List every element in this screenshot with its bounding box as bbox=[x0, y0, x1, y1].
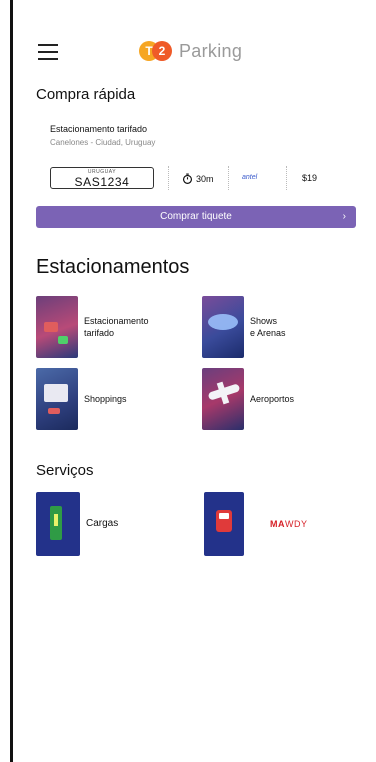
category-label: Aeroportos bbox=[250, 394, 295, 404]
divider bbox=[228, 166, 229, 190]
mawdy-logo: MAWDY bbox=[270, 519, 308, 529]
airport-icon bbox=[202, 368, 244, 430]
buy-ticket-button[interactable]: Comprar tiquete › bbox=[36, 206, 356, 228]
stopwatch-icon bbox=[182, 173, 193, 184]
buy-ticket-label: Comprar tiquete bbox=[160, 211, 232, 222]
brand-name: Parking bbox=[179, 40, 243, 61]
divider bbox=[168, 166, 169, 190]
app-header: T 2 Parking bbox=[14, 38, 362, 68]
duration-value: 30m bbox=[196, 173, 214, 184]
shopping-icon bbox=[36, 368, 78, 430]
service-mawdy[interactable]: MAWDY bbox=[204, 492, 308, 556]
services-section-title: Serviços bbox=[36, 462, 94, 479]
quick-parking-name: Estacionamento tarifado bbox=[50, 124, 148, 134]
divider bbox=[286, 166, 287, 190]
brand-logo: T 2 Parking bbox=[139, 40, 242, 62]
ticket-price: $19 bbox=[302, 173, 318, 183]
category-label: Estacionamento tarifado bbox=[84, 316, 149, 338]
parking-section-title: Estacionamentos bbox=[36, 256, 190, 278]
chevron-right-icon: › bbox=[342, 211, 346, 222]
category-street-parking[interactable]: Estacionamento tarifado bbox=[36, 296, 149, 358]
duration-selector[interactable]: 30m bbox=[182, 173, 214, 184]
category-shoppings[interactable]: Shoppings bbox=[36, 368, 127, 430]
app-screen: T 2 Parking Compra rápida Estacionamento… bbox=[14, 0, 362, 762]
category-label: Shoppings bbox=[84, 394, 127, 404]
logo-2-circle: 2 bbox=[152, 41, 172, 61]
service-charging[interactable]: Cargas bbox=[36, 492, 118, 556]
operator-logo: antel bbox=[242, 174, 258, 181]
license-plate[interactable]: URUGUAY SAS1234 bbox=[50, 167, 154, 189]
logo-mark-icon: T 2 bbox=[139, 40, 175, 62]
arena-icon bbox=[202, 296, 244, 358]
category-shows-arenas[interactable]: Shows e Arenas bbox=[202, 296, 286, 358]
menu-icon[interactable] bbox=[38, 44, 58, 60]
tow-truck-icon bbox=[204, 492, 244, 556]
left-edge-border bbox=[10, 0, 13, 762]
quick-purchase-title: Compra rápida bbox=[36, 86, 136, 103]
plate-number: SAS1234 bbox=[74, 175, 130, 189]
category-airports[interactable]: Aeroportos bbox=[202, 368, 294, 430]
quick-parking-location: Canelones - Ciudad, Uruguay bbox=[50, 138, 156, 147]
category-label: Shows e Arenas bbox=[250, 316, 286, 338]
street-parking-icon bbox=[36, 296, 78, 358]
ev-charger-icon bbox=[36, 492, 80, 556]
service-label: Cargas bbox=[86, 518, 119, 529]
